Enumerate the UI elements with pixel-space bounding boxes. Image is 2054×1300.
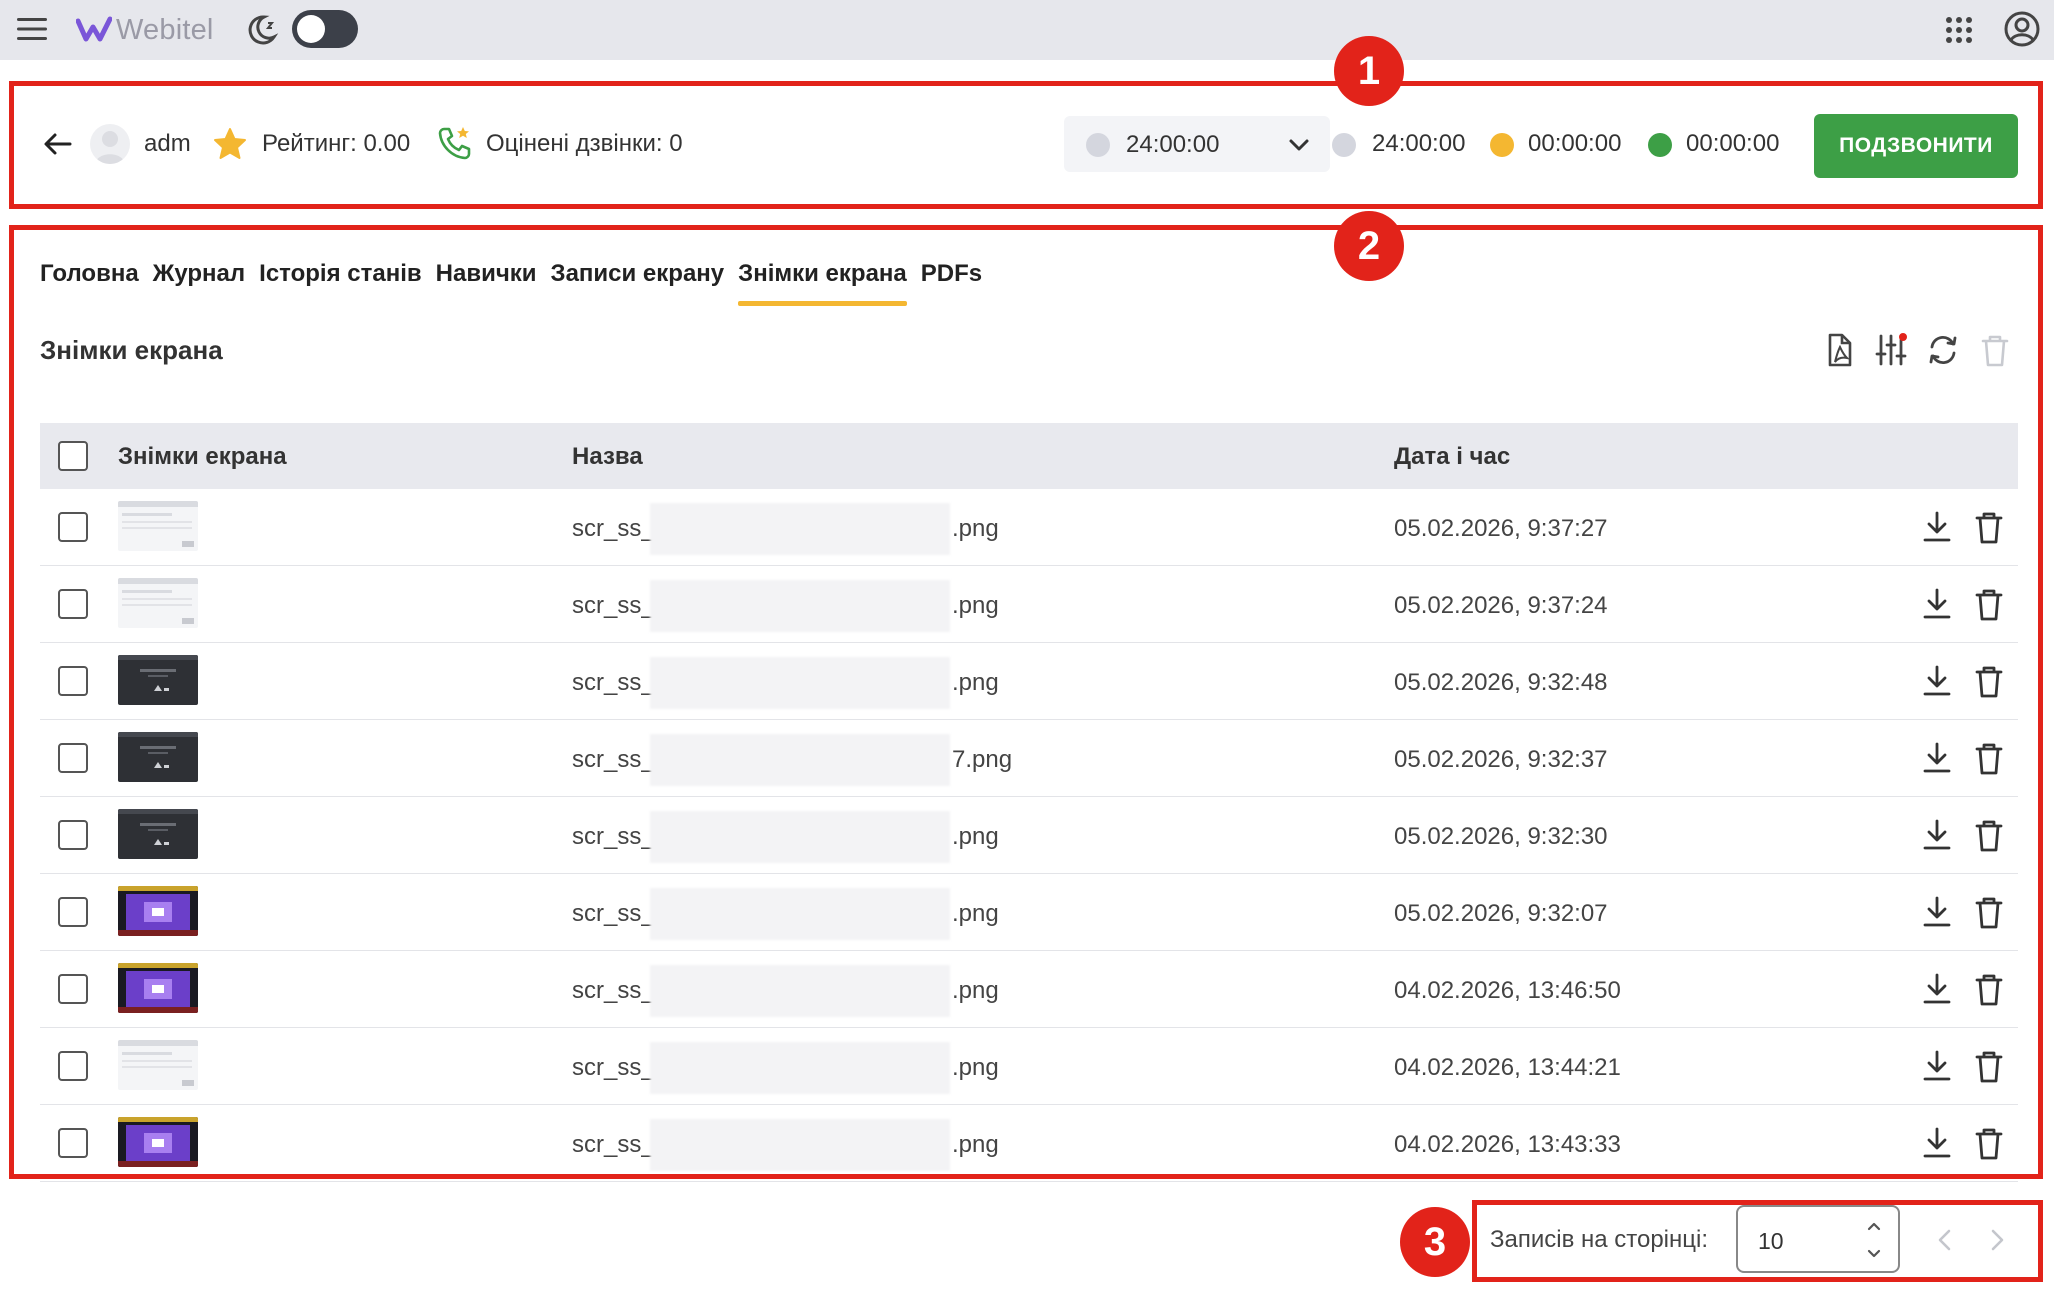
- annotation-badge-3: 3: [1400, 1207, 1470, 1277]
- annotation-badge-2: 2: [1334, 211, 1404, 281]
- brand-logo[interactable]: Webitel: [76, 10, 214, 50]
- moon-icon[interactable]: [242, 11, 280, 49]
- account-icon[interactable]: [2002, 9, 2042, 49]
- annotation-box-3: [1472, 1200, 2043, 1282]
- menu-icon[interactable]: [14, 11, 50, 47]
- webitel-logo-icon: [76, 16, 112, 42]
- apps-grid-icon[interactable]: [1942, 13, 1976, 47]
- toggle-knob: [297, 15, 325, 43]
- annotation-box-1: [9, 81, 2043, 209]
- top-app-bar: Webitel: [0, 0, 2054, 60]
- theme-toggle[interactable]: [292, 10, 358, 48]
- annotation-box-2: [9, 225, 2043, 1179]
- brand-name: Webitel: [116, 13, 214, 46]
- annotation-badge-1: 1: [1334, 36, 1404, 106]
